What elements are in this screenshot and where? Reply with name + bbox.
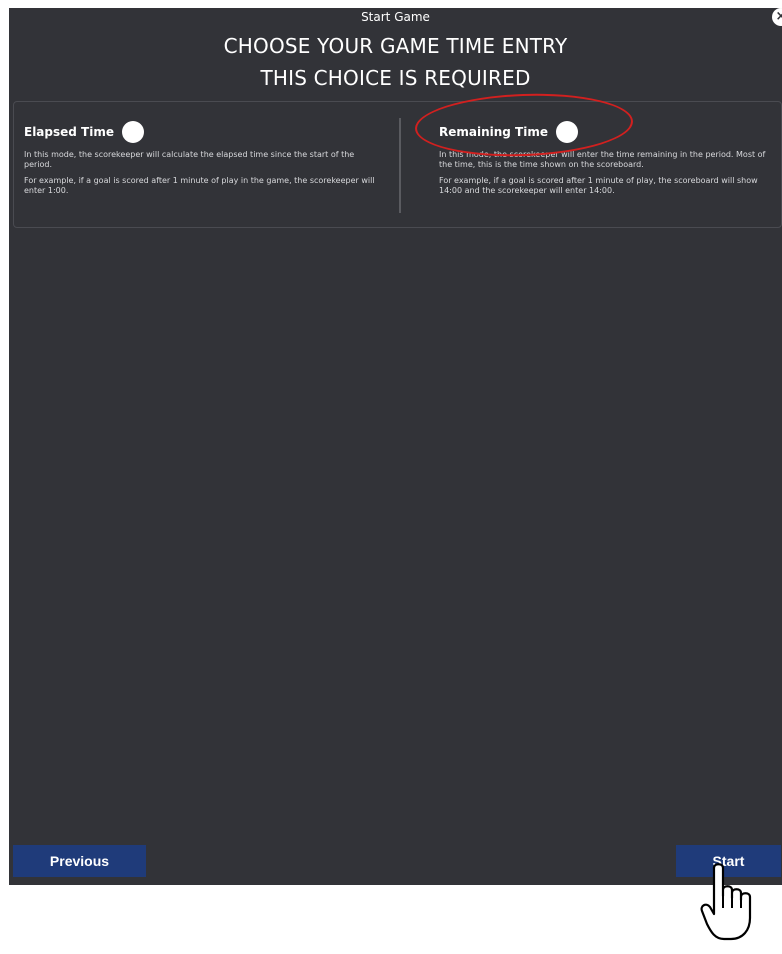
previous-button[interactable]: Previous	[13, 845, 146, 877]
start-game-dialog: Start Game × CHOOSE YOUR GAME TIME ENTRY…	[9, 8, 782, 885]
pointer-hand-icon	[700, 863, 752, 941]
elapsed-time-radio[interactable]	[122, 121, 144, 143]
option-label: Elapsed Time	[24, 125, 114, 139]
option-description: In this mode, the scorekeeper will calcu…	[24, 150, 355, 169]
remaining-time-radio[interactable]	[556, 121, 579, 143]
option-remaining-time[interactable]: Remaining Time In this mode, the scoreke…	[439, 119, 781, 202]
option-label: Remaining Time	[439, 125, 549, 139]
heading-line-1: CHOOSE YOUR GAME TIME ENTRY	[223, 34, 568, 58]
option-divider	[399, 118, 401, 213]
option-description: In this mode, the scorekeeper will enter…	[439, 150, 766, 169]
option-example: For example, if a goal is scored after 1…	[24, 176, 375, 195]
time-entry-options-panel: Elapsed Time In this mode, the scorekeep…	[13, 101, 782, 228]
option-elapsed-time[interactable]: Elapsed Time In this mode, the scorekeep…	[24, 119, 384, 202]
dialog-title: Start Game	[361, 10, 430, 24]
heading-line-2: THIS CHOICE IS REQUIRED	[260, 66, 531, 90]
option-example: For example, if a goal is scored after 1…	[439, 176, 758, 195]
